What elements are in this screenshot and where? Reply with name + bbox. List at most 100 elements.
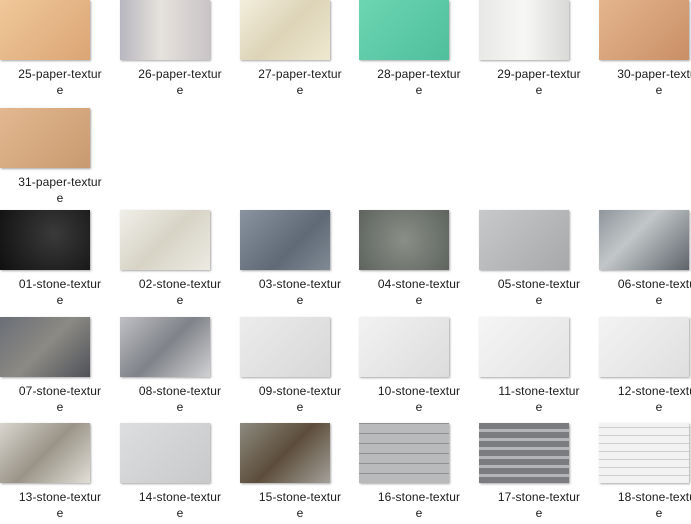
file-item[interactable]: 11-stone-textur e: [479, 317, 599, 421]
file-name-line-2: e: [415, 400, 423, 414]
file-name-line-2: e: [655, 506, 663, 520]
file-item[interactable]: 27-paper-textur e: [240, 0, 360, 104]
texture-thumbnail[interactable]: [120, 423, 210, 483]
file-name-line-2: e: [415, 293, 423, 307]
file-name-line-2: e: [535, 400, 543, 414]
file-grid: 25-paper-textur e 26-paper-textur e 27-paper…: [0, 0, 691, 524]
file-name: 17-stone-textur e: [479, 489, 599, 521]
file-item[interactable]: 02-stone-textur e: [120, 210, 240, 314]
file-name: 28-paper-textur e: [359, 66, 479, 98]
file-item[interactable]: 09-stone-textur e: [240, 317, 360, 421]
texture-thumbnail[interactable]: [479, 317, 569, 377]
file-name-line-2: e: [176, 293, 184, 307]
texture-thumbnail[interactable]: [599, 0, 689, 60]
file-item[interactable]: 06-stone-textur e: [599, 210, 691, 314]
file-item[interactable]: 16-stone-textur e: [359, 423, 479, 524]
file-name-line-2: e: [296, 83, 304, 97]
file-name: 26-paper-textur e: [120, 66, 240, 98]
file-name-line-2: e: [655, 83, 663, 97]
file-item[interactable]: 12-stone-textur e: [599, 317, 691, 421]
file-item[interactable]: 18-stone-textur e: [599, 423, 691, 524]
texture-thumbnail[interactable]: [599, 317, 689, 377]
file-item[interactable]: 28-paper-textur e: [359, 0, 479, 104]
texture-thumbnail[interactable]: [120, 317, 210, 377]
file-item[interactable]: 05-stone-textur e: [479, 210, 599, 314]
file-name: 18-stone-textur e: [599, 489, 691, 521]
texture-thumbnail[interactable]: [0, 423, 90, 483]
file-item[interactable]: 07-stone-textur e: [0, 317, 120, 421]
file-name: 29-paper-textur e: [479, 66, 599, 98]
file-name-line-1: 15-stone-textur: [258, 490, 342, 504]
file-name-line-2: e: [296, 400, 304, 414]
file-name-line-1: 17-stone-textur: [497, 490, 581, 504]
file-name-line-1: 07-stone-textur: [18, 384, 102, 398]
file-name: 09-stone-textur e: [240, 383, 360, 415]
file-name-line-2: e: [655, 293, 663, 307]
file-name-line-1: 26-paper-textur: [138, 67, 222, 81]
file-item[interactable]: 08-stone-textur e: [120, 317, 240, 421]
file-name-line-1: 13-stone-textur: [18, 490, 102, 504]
file-name-line-2: e: [296, 293, 304, 307]
texture-thumbnail[interactable]: [479, 423, 569, 483]
file-name-line-1: 31-paper-textur: [18, 175, 102, 189]
file-name: 13-stone-textur e: [0, 489, 120, 521]
texture-thumbnail[interactable]: [240, 210, 330, 270]
texture-thumbnail[interactable]: [0, 108, 90, 168]
texture-thumbnail[interactable]: [0, 210, 90, 270]
texture-thumbnail[interactable]: [479, 210, 569, 270]
file-name: 03-stone-textur e: [240, 276, 360, 308]
file-name: 11-stone-textur e: [479, 383, 599, 415]
texture-thumbnail[interactable]: [359, 317, 449, 377]
file-name: 30-paper-textur e: [599, 66, 691, 98]
file-name: 14-stone-textur e: [120, 489, 240, 521]
file-name-line-1: 09-stone-textur: [258, 384, 342, 398]
file-name-line-2: e: [56, 506, 64, 520]
file-name-line-1: 14-stone-textur: [138, 490, 222, 504]
file-item[interactable]: 17-stone-textur e: [479, 423, 599, 524]
texture-thumbnail[interactable]: [240, 0, 330, 60]
file-name: 08-stone-textur e: [120, 383, 240, 415]
file-name-line-1: 30-paper-textur: [617, 67, 691, 81]
texture-thumbnail[interactable]: [120, 0, 210, 60]
texture-thumbnail[interactable]: [240, 317, 330, 377]
texture-thumbnail[interactable]: [599, 210, 689, 270]
file-item[interactable]: 13-stone-textur e: [0, 423, 120, 524]
file-name-line-2: e: [176, 506, 184, 520]
texture-thumbnail[interactable]: [0, 0, 90, 60]
file-name: 31-paper-textur e: [0, 174, 120, 206]
file-item[interactable]: 25-paper-textur e: [0, 0, 120, 104]
file-name-line-1: 27-paper-textur: [258, 67, 342, 81]
file-item[interactable]: 26-paper-textur e: [120, 0, 240, 104]
file-name-line-2: e: [296, 506, 304, 520]
file-item[interactable]: 10-stone-textur e: [359, 317, 479, 421]
file-item[interactable]: 15-stone-textur e: [240, 423, 360, 524]
file-item[interactable]: 29-paper-textur e: [479, 0, 599, 104]
texture-thumbnail[interactable]: [0, 317, 90, 377]
file-name: 06-stone-textur e: [599, 276, 691, 308]
texture-thumbnail[interactable]: [240, 423, 330, 483]
texture-thumbnail[interactable]: [479, 0, 569, 60]
file-item[interactable]: 31-paper-textur e: [0, 108, 120, 212]
file-name-line-2: e: [535, 506, 543, 520]
file-name-line-2: e: [655, 400, 663, 414]
file-item[interactable]: 04-stone-textur e: [359, 210, 479, 314]
file-name: 02-stone-textur e: [120, 276, 240, 308]
file-name: 15-stone-textur e: [240, 489, 360, 521]
file-item[interactable]: 01-stone-textur e: [0, 210, 120, 314]
texture-thumbnail[interactable]: [599, 423, 689, 483]
texture-thumbnail[interactable]: [359, 423, 449, 483]
file-item[interactable]: 03-stone-textur e: [240, 210, 360, 314]
file-item[interactable]: 30-paper-textur e: [599, 0, 691, 104]
file-name-line-1: 12-stone-textur: [617, 384, 691, 398]
file-name-line-1: 11-stone-textur: [498, 384, 580, 398]
file-name-line-2: e: [176, 83, 184, 97]
file-name: 10-stone-textur e: [359, 383, 479, 415]
file-name-line-2: e: [535, 293, 543, 307]
file-item[interactable]: 14-stone-textur e: [120, 423, 240, 524]
texture-thumbnail[interactable]: [359, 210, 449, 270]
file-name: 05-stone-textur e: [479, 276, 599, 308]
texture-thumbnail[interactable]: [359, 0, 449, 60]
file-name-line-1: 06-stone-textur: [617, 277, 691, 291]
texture-thumbnail[interactable]: [120, 210, 210, 270]
file-name-line-1: 18-stone-textur: [617, 490, 691, 504]
